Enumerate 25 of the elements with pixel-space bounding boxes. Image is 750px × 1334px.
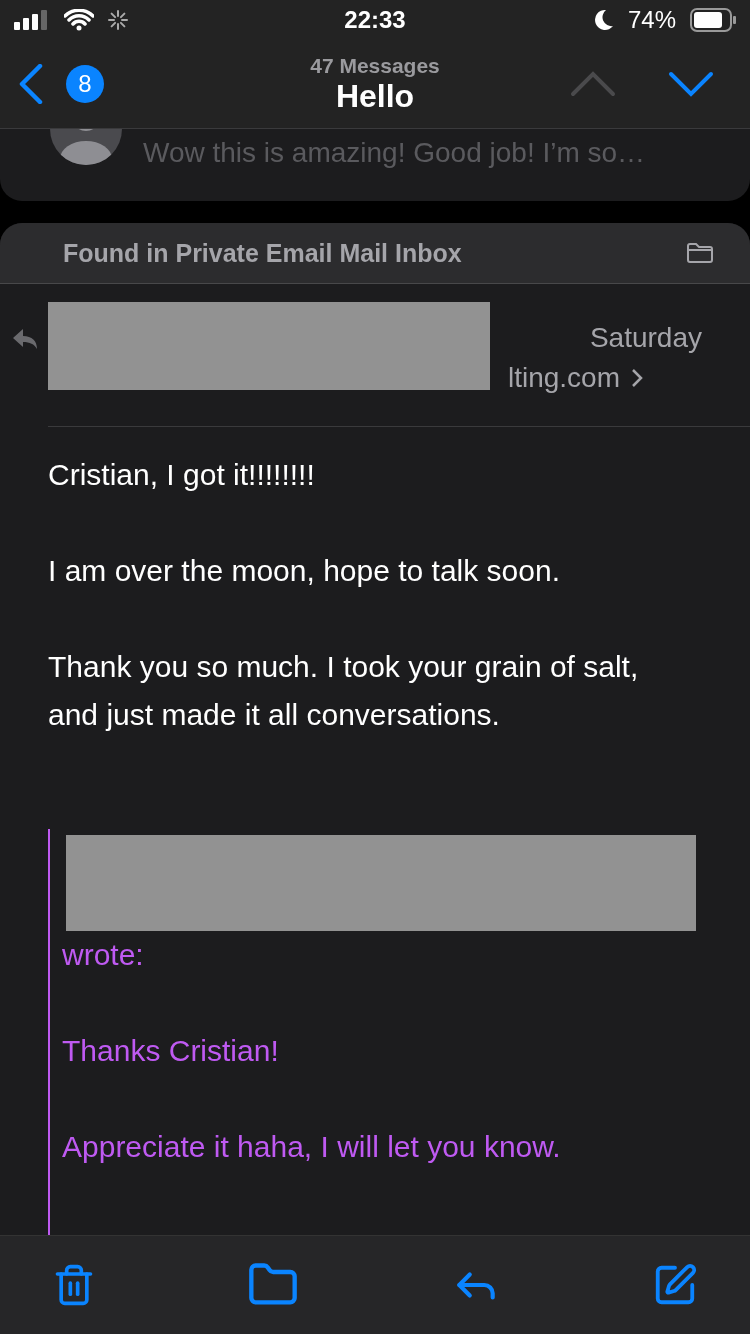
- message-preview: Wow this is amazing! Good job! I’m so…: [143, 137, 646, 169]
- quoted-paragraph: Appreciate it haha, I will let you know.: [62, 1129, 562, 1165]
- signal-icon: [14, 10, 50, 30]
- quoted-paragraph: Thanks Cristian!: [62, 1033, 280, 1069]
- battery-icon: [690, 8, 736, 32]
- activity-spinner-icon: [108, 10, 128, 30]
- folder-icon[interactable]: [686, 242, 714, 264]
- quote-attribution: wrote:: [62, 937, 145, 973]
- message-count: 47 Messages: [310, 53, 440, 78]
- sender-address[interactable]: lting.com: [507, 362, 644, 394]
- message-paragraph: Thank you so much. I took your grain of salt, and just made it all conversations.: [48, 649, 640, 733]
- chevron-icon: [630, 367, 644, 389]
- message-paragraph: I am over the moon, hope to talk soon.: [48, 553, 561, 589]
- mailbox-location: Found in Private Email Mail Inbox: [63, 238, 462, 268]
- thread-title: Hello: [335, 77, 415, 115]
- clock-time: 22:33: [344, 6, 406, 34]
- battery-percent: 74%: [627, 6, 676, 34]
- wifi-icon: [64, 9, 94, 31]
- message-paragraph: Cristian, I got it!!!!!!!!: [48, 457, 316, 493]
- moon-icon: [593, 9, 614, 31]
- replied-icon: [12, 328, 40, 350]
- next-message-button[interactable]: [668, 71, 714, 97]
- unread-count-badge: 8: [66, 65, 104, 103]
- message-date: Saturday: [589, 322, 702, 354]
- back-button[interactable]: [18, 64, 44, 104]
